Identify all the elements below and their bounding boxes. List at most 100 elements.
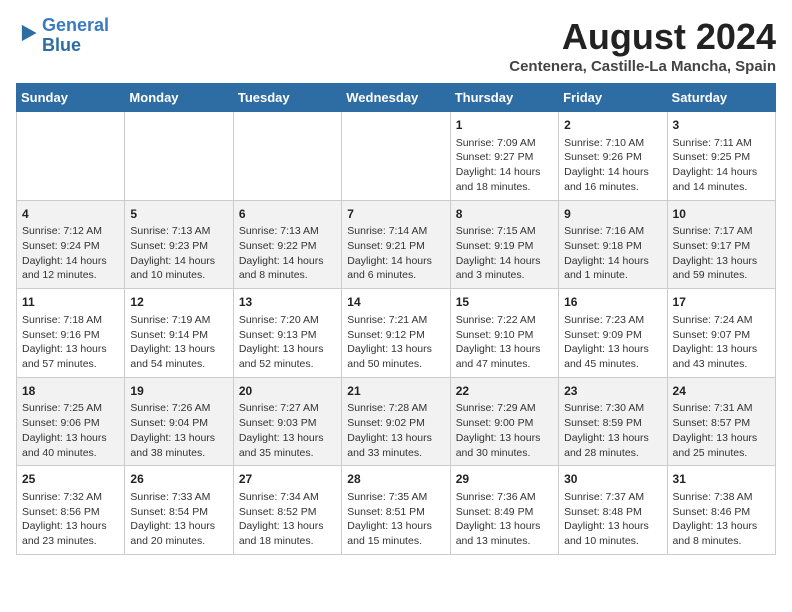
calendar-cell: 17Sunrise: 7:24 AM Sunset: 9:07 PM Dayli… xyxy=(667,289,775,378)
day-info: Sunrise: 7:31 AM Sunset: 8:57 PM Dayligh… xyxy=(673,401,770,460)
day-number: 20 xyxy=(239,383,336,400)
calendar-cell xyxy=(233,112,341,201)
day-number: 23 xyxy=(564,383,661,400)
day-info: Sunrise: 7:25 AM Sunset: 9:06 PM Dayligh… xyxy=(22,401,119,460)
day-number: 22 xyxy=(456,383,553,400)
day-number: 29 xyxy=(456,471,553,488)
calendar-cell: 2 Sunrise: 7:10 AM Sunset: 9:26 PM Daylig… xyxy=(559,112,667,201)
day-number: 19 xyxy=(130,383,227,400)
day-info: Sunrise: 7:10 AM Sunset: 9:26 PM Dayligh… xyxy=(564,136,661,195)
day-info: Sunrise: 7:30 AM Sunset: 8:59 PM Dayligh… xyxy=(564,401,661,460)
day-info: Sunrise: 7:37 AM Sunset: 8:48 PM Dayligh… xyxy=(564,490,661,549)
day-number: 25 xyxy=(22,471,119,488)
day-number: 21 xyxy=(347,383,444,400)
logo: General Blue xyxy=(16,16,109,56)
day-number: 4 xyxy=(22,206,119,223)
calendar-cell: 5Sunrise: 7:13 AM Sunset: 9:23 PM Daylig… xyxy=(125,200,233,289)
calendar-cell: 29 Sunrise: 7:36 AM Sunset: 8:49 PM Dayli… xyxy=(450,466,558,555)
day-number: 11 xyxy=(22,294,119,311)
weekday-header: Monday xyxy=(125,84,233,112)
day-info: Sunrise: 7:17 AM Sunset: 9:17 PM Dayligh… xyxy=(673,224,770,283)
calendar-cell: 27 Sunrise: 7:34 AM Sunset: 8:52 PM Dayli… xyxy=(233,466,341,555)
day-info: Sunrise: 7:38 AM Sunset: 8:46 PM Dayligh… xyxy=(673,490,770,549)
day-number: 24 xyxy=(673,383,770,400)
day-number: 12 xyxy=(130,294,227,311)
calendar-cell: 3 Sunrise: 7:11 AM Sunset: 9:25 PM Daylig… xyxy=(667,112,775,201)
calendar-week-row: 4Sunrise: 7:12 AM Sunset: 9:24 PM Daylig… xyxy=(17,200,776,289)
header: General Blue August 2024 Centenera, Cast… xyxy=(16,16,776,75)
weekday-header: Friday xyxy=(559,84,667,112)
calendar-cell: 11Sunrise: 7:18 AM Sunset: 9:16 PM Dayli… xyxy=(17,289,125,378)
calendar-week-row: 18Sunrise: 7:25 AM Sunset: 9:06 PM Dayli… xyxy=(17,377,776,466)
calendar-cell: 21Sunrise: 7:28 AM Sunset: 9:02 PM Dayli… xyxy=(342,377,450,466)
day-info: Sunrise: 7:24 AM Sunset: 9:07 PM Dayligh… xyxy=(673,313,770,372)
calendar-cell xyxy=(342,112,450,201)
day-number: 28 xyxy=(347,471,444,488)
calendar-cell: 16 Sunrise: 7:23 AM Sunset: 9:09 PM Dayli… xyxy=(559,289,667,378)
logo-text: General Blue xyxy=(42,16,109,56)
day-number: 18 xyxy=(22,383,119,400)
day-number: 26 xyxy=(130,471,227,488)
calendar-header-row: SundayMondayTuesdayWednesdayThursdayFrid… xyxy=(17,84,776,112)
calendar-table: SundayMondayTuesdayWednesdayThursdayFrid… xyxy=(16,83,776,555)
day-number: 16 xyxy=(564,294,661,311)
day-number: 31 xyxy=(673,471,770,488)
weekday-header: Wednesday xyxy=(342,84,450,112)
day-info: Sunrise: 7:11 AM Sunset: 9:25 PM Dayligh… xyxy=(673,136,770,195)
calendar-cell: 18Sunrise: 7:25 AM Sunset: 9:06 PM Dayli… xyxy=(17,377,125,466)
day-info: Sunrise: 7:20 AM Sunset: 9:13 PM Dayligh… xyxy=(239,313,336,372)
day-info: Sunrise: 7:14 AM Sunset: 9:21 PM Dayligh… xyxy=(347,224,444,283)
day-info: Sunrise: 7:12 AM Sunset: 9:24 PM Dayligh… xyxy=(22,224,119,283)
day-number: 13 xyxy=(239,294,336,311)
day-info: Sunrise: 7:13 AM Sunset: 9:23 PM Dayligh… xyxy=(130,224,227,283)
calendar-cell: 20Sunrise: 7:27 AM Sunset: 9:03 PM Dayli… xyxy=(233,377,341,466)
calendar-cell: 7Sunrise: 7:14 AM Sunset: 9:21 PM Daylig… xyxy=(342,200,450,289)
day-number: 2 xyxy=(564,117,661,134)
calendar-cell xyxy=(17,112,125,201)
calendar-cell: 25 Sunrise: 7:32 AM Sunset: 8:56 PM Dayli… xyxy=(17,466,125,555)
calendar-week-row: 25 Sunrise: 7:32 AM Sunset: 8:56 PM Dayli… xyxy=(17,466,776,555)
day-info: Sunrise: 7:26 AM Sunset: 9:04 PM Dayligh… xyxy=(130,401,227,460)
calendar-cell xyxy=(125,112,233,201)
day-number: 9 xyxy=(564,206,661,223)
day-number: 27 xyxy=(239,471,336,488)
day-number: 30 xyxy=(564,471,661,488)
calendar-cell: 22Sunrise: 7:29 AM Sunset: 9:00 PM Dayli… xyxy=(450,377,558,466)
calendar-week-row: 11Sunrise: 7:18 AM Sunset: 9:16 PM Dayli… xyxy=(17,289,776,378)
day-info: Sunrise: 7:32 AM Sunset: 8:56 PM Dayligh… xyxy=(22,490,119,549)
day-number: 3 xyxy=(673,117,770,134)
day-info: Sunrise: 7:27 AM Sunset: 9:03 PM Dayligh… xyxy=(239,401,336,460)
weekday-header: Saturday xyxy=(667,84,775,112)
day-number: 8 xyxy=(456,206,553,223)
day-number: 5 xyxy=(130,206,227,223)
day-info: Sunrise: 7:09 AM Sunset: 9:27 PM Dayligh… xyxy=(456,136,553,195)
day-number: 7 xyxy=(347,206,444,223)
calendar-cell: 31 Sunrise: 7:38 AM Sunset: 8:46 PM Dayli… xyxy=(667,466,775,555)
calendar-cell: 6Sunrise: 7:13 AM Sunset: 9:22 PM Daylig… xyxy=(233,200,341,289)
day-info: Sunrise: 7:34 AM Sunset: 8:52 PM Dayligh… xyxy=(239,490,336,549)
calendar-cell: 14Sunrise: 7:21 AM Sunset: 9:12 PM Dayli… xyxy=(342,289,450,378)
subtitle: Centenera, Castille-La Mancha, Spain xyxy=(509,58,776,75)
weekday-header: Thursday xyxy=(450,84,558,112)
day-number: 1 xyxy=(456,117,553,134)
day-info: Sunrise: 7:33 AM Sunset: 8:54 PM Dayligh… xyxy=(130,490,227,549)
day-info: Sunrise: 7:35 AM Sunset: 8:51 PM Dayligh… xyxy=(347,490,444,549)
day-info: Sunrise: 7:23 AM Sunset: 9:09 PM Dayligh… xyxy=(564,313,661,372)
day-info: Sunrise: 7:16 AM Sunset: 9:18 PM Dayligh… xyxy=(564,224,661,283)
day-info: Sunrise: 7:22 AM Sunset: 9:10 PM Dayligh… xyxy=(456,313,553,372)
calendar-cell: 19Sunrise: 7:26 AM Sunset: 9:04 PM Dayli… xyxy=(125,377,233,466)
weekday-header: Tuesday xyxy=(233,84,341,112)
day-info: Sunrise: 7:29 AM Sunset: 9:00 PM Dayligh… xyxy=(456,401,553,460)
calendar-cell: 13 Sunrise: 7:20 AM Sunset: 9:13 PM Dayli… xyxy=(233,289,341,378)
day-number: 6 xyxy=(239,206,336,223)
weekday-header: Sunday xyxy=(17,84,125,112)
day-info: Sunrise: 7:19 AM Sunset: 9:14 PM Dayligh… xyxy=(130,313,227,372)
day-info: Sunrise: 7:13 AM Sunset: 9:22 PM Dayligh… xyxy=(239,224,336,283)
logo-line2: Blue xyxy=(42,35,81,55)
day-info: Sunrise: 7:36 AM Sunset: 8:49 PM Dayligh… xyxy=(456,490,553,549)
day-number: 15 xyxy=(456,294,553,311)
main-title: August 2024 xyxy=(509,16,776,58)
calendar-cell: 30 Sunrise: 7:37 AM Sunset: 8:48 PM Dayli… xyxy=(559,466,667,555)
calendar-cell: 8Sunrise: 7:15 AM Sunset: 9:19 PM Daylig… xyxy=(450,200,558,289)
calendar-cell: 4Sunrise: 7:12 AM Sunset: 9:24 PM Daylig… xyxy=(17,200,125,289)
